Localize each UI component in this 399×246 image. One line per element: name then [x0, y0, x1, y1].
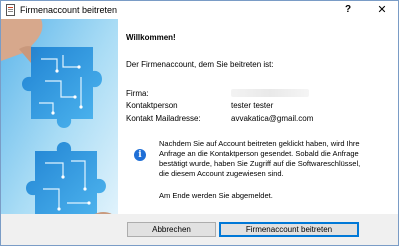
cancel-button[interactable]: Abbrechen	[127, 222, 216, 237]
company-value	[231, 89, 309, 97]
join-note-line: die diesem Account zugewiesen sind.	[159, 169, 284, 178]
puzzle-circuit-image	[1, 19, 118, 245]
window-title: Firmenaccount beitreten	[20, 5, 118, 15]
info-icon: i	[134, 149, 146, 161]
logout-note: Am Ende werden Sie abgemeldet.	[159, 191, 273, 200]
join-note-line: Nachdem Sie auf Account beitreten geklic…	[159, 139, 360, 148]
contact-value: tester tester	[231, 101, 274, 110]
button-bar: Abbrechen Firmenaccount beitreten	[1, 214, 398, 245]
title-bar: Firmenaccount beitreten ? ✕	[1, 1, 398, 19]
join-account-button[interactable]: Firmenaccount beitreten	[219, 222, 359, 237]
intro-text: Der Firmenaccount, dem Sie beitreten ist…	[126, 60, 274, 69]
join-note-line: bestätigt wurde, haben Sie Zugriff auf d…	[159, 159, 361, 168]
dialog-window: Firmenaccount beitreten ? ✕ Willkommen! …	[0, 0, 399, 246]
email-label: Kontakt Mailadresse:	[126, 114, 201, 123]
close-button[interactable]: ✕	[373, 2, 391, 18]
welcome-heading: Willkommen!	[126, 33, 176, 42]
app-document-icon	[6, 4, 15, 16]
join-note-line: Anfrage an die Kontaktperson gesendet. S…	[159, 149, 359, 158]
contact-label: Kontaktperson	[126, 101, 178, 110]
join-note: Nachdem Sie auf Account beitreten geklic…	[159, 139, 384, 179]
company-label: Firma:	[126, 89, 149, 98]
help-button[interactable]: ?	[339, 2, 357, 18]
email-value: avvakatica@gmail.com	[231, 114, 314, 123]
dialog-content: Willkommen! Der Firmenaccount, dem Sie b…	[1, 19, 398, 245]
